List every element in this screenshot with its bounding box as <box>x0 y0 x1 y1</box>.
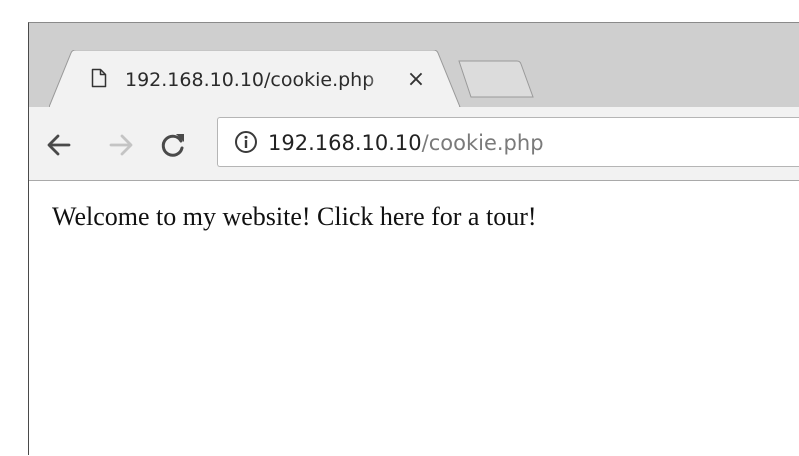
close-icon: × <box>406 67 426 92</box>
url-text[interactable]: 192.168.10.10/cookie.php <box>268 129 544 157</box>
tab-title: 192.168.10.10/cookie.php <box>125 69 375 91</box>
tab-close-button[interactable]: × <box>403 67 429 93</box>
url-host: 192.168.10.10 <box>268 131 422 155</box>
address-bar[interactable]: 192.168.10.10/cookie.php <box>217 117 799 167</box>
tab-strip: 192.168.10.10/cookie.php × <box>29 23 799 107</box>
toolbar: 192.168.10.10/cookie.php <box>29 107 799 181</box>
new-tab-icon <box>458 60 534 98</box>
info-icon[interactable] <box>234 130 258 154</box>
desktop: 192.168.10.10/cookie.php × 192.168.10.10… <box>0 0 799 456</box>
url-path: /cookie.php <box>421 131 544 155</box>
reload-icon <box>161 134 184 157</box>
new-tab-button[interactable] <box>453 59 553 99</box>
page-body-text: Welcome to my website! Click here for a … <box>52 202 537 231</box>
arrow-right-icon <box>109 134 133 156</box>
file-icon <box>91 68 107 88</box>
forward-button[interactable] <box>105 129 137 161</box>
reload-button[interactable] <box>157 129 189 161</box>
back-button[interactable] <box>43 129 75 161</box>
page-viewport: Welcome to my website! Click here for a … <box>29 181 799 456</box>
browser-window: 192.168.10.10/cookie.php × 192.168.10.10… <box>28 22 799 456</box>
arrow-left-icon <box>47 134 71 156</box>
